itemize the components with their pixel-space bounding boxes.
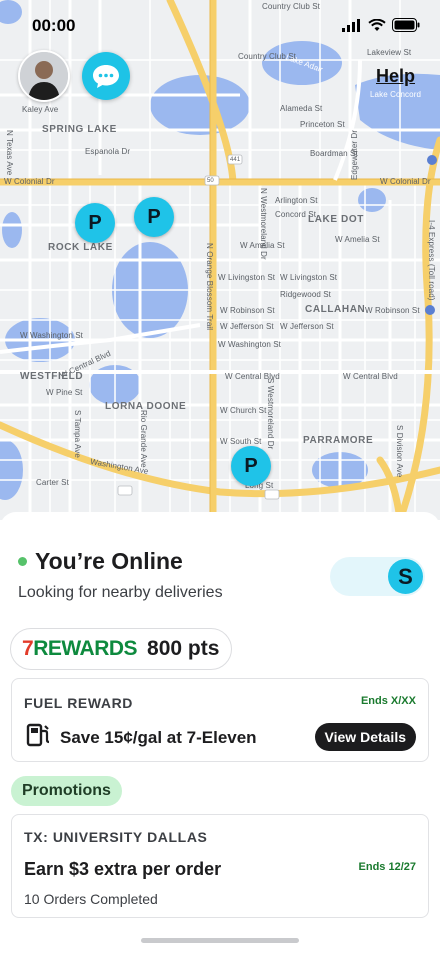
status-time: 00:00 [32, 16, 76, 35]
street-label: W Church St [220, 406, 267, 415]
parking-pin[interactable]: P [231, 446, 271, 486]
parking-pin-label: P [88, 211, 102, 234]
street-label: Rio Grande Ave [139, 410, 148, 468]
toggle-knob: S [388, 559, 423, 594]
7rewards-logo-seven: 7 [22, 637, 34, 660]
parking-pin-label: P [244, 454, 258, 477]
street-label: S Division Ave [395, 425, 404, 478]
parking-pin[interactable]: P [134, 197, 174, 237]
street-label: W Colonial Dr [380, 177, 431, 186]
fuel-reward-text: Save 15¢/gal at 7-Eleven [60, 728, 257, 747]
street-label: N Westmoreland Dr [259, 188, 268, 260]
promotion-label: TX: UNIVERSITY DALLAS [24, 829, 208, 845]
avatar-icon [20, 52, 68, 100]
street-label: W Pine St [46, 388, 83, 397]
chat-button[interactable] [82, 52, 130, 100]
7rewards-logo-word: REWARDS [33, 637, 138, 660]
home-indicator[interactable] [141, 938, 299, 943]
status-bar: 00:00 [0, 14, 440, 38]
parking-pin-label: P [147, 205, 161, 228]
street-label: W Jefferson St [220, 322, 274, 331]
street-label: I-4 Express (Toll road) [427, 220, 436, 301]
fuel-reward-card[interactable]: FUEL REWARD Ends X/XX Save 15¢/gal at 7-… [11, 678, 429, 762]
neighborhood-label: ROCK LAKE [48, 242, 113, 253]
street-label: W Central Blvd [343, 372, 398, 381]
street-label: Espanola Dr [85, 147, 131, 156]
street-label: 50 [207, 178, 214, 184]
rewards-points-pill[interactable]: 7REWARDS 800 pts [10, 628, 232, 670]
neighborhood-label: PARRAMORE [303, 435, 374, 446]
street-label: N Texas Ave [5, 130, 14, 176]
street-label: W Washington St [218, 340, 282, 349]
street-label: Arlington St [275, 196, 318, 205]
street-label: W South St [220, 437, 262, 446]
promotions-pill[interactable]: Promotions [11, 776, 122, 806]
help-link[interactable]: Help [376, 66, 415, 87]
street-label: Carter St [36, 478, 69, 487]
street-label: W Jefferson St [280, 322, 334, 331]
street-label: W Colonial Dr [4, 177, 55, 186]
street-label: Princeton St [300, 120, 345, 129]
7rewards-logo: 7REWARDS [22, 637, 138, 661]
fuel-reward-ends: Ends X/XX [360, 695, 416, 707]
wifi-icon [368, 18, 386, 31]
toggle-knob-label: S [398, 563, 413, 589]
street-label: S Tampa Ave [73, 410, 82, 458]
profile-avatar[interactable] [18, 50, 70, 102]
neighborhood-label: LORNA DOONE [105, 401, 187, 412]
online-toggle[interactable]: S [330, 557, 425, 596]
lake-label: Lake Concord [370, 90, 422, 99]
neighborhood-label: WESTFIELD [20, 371, 84, 382]
online-status: You’re Online [18, 548, 183, 575]
battery-icon [392, 18, 420, 32]
street-label: Kaley Ave [22, 105, 59, 114]
street-label: W Livingston St [218, 273, 276, 282]
street-label: W Washington St [20, 331, 84, 340]
online-title: You’re Online [35, 548, 183, 574]
street-label: N Orange Blossom Trail [205, 243, 214, 331]
neighborhood-label: LAKE DOT [308, 214, 364, 225]
neighborhood-label: SPRING LAKE [42, 124, 117, 135]
neighborhood-label: CALLAHAN [305, 304, 366, 315]
street-label: Ridgewood St [280, 290, 332, 299]
rewards-points: 800 pts [147, 637, 220, 660]
promotion-card[interactable]: TX: UNIVERSITY DALLAS Earn $3 extra per … [11, 814, 429, 918]
street-label: W Robinson St [220, 306, 275, 315]
promotion-progress-text: 10 Orders Completed [24, 891, 158, 907]
view-details-button[interactable]: View Details [314, 723, 416, 751]
online-status-dot [18, 557, 27, 566]
status-icons [342, 18, 420, 32]
street-label: S Westmoreland Dr [266, 378, 275, 450]
street-label: W Livingston St [280, 273, 338, 282]
online-subtitle: Looking for nearby deliveries [18, 584, 223, 601]
fuel-pump-icon [26, 723, 50, 747]
street-label: Country Club St [262, 2, 320, 11]
chat-bubble-icon [93, 65, 119, 88]
promotion-ends: Ends 12/27 [358, 861, 416, 873]
fuel-reward-label: FUEL REWARD [24, 695, 134, 711]
cellular-signal-icon [342, 18, 360, 32]
street-label: Alameda St [280, 104, 323, 113]
street-label: W Robinson St [365, 306, 420, 315]
parking-pin[interactable]: P [75, 203, 115, 243]
street-label: 441 [230, 157, 241, 163]
street-label: W Amelia St [335, 235, 380, 244]
promotion-title: Earn $3 extra per order [24, 859, 222, 879]
street-label: Edgewater Dr [350, 129, 359, 180]
street-label: Lakeview St [367, 48, 412, 57]
